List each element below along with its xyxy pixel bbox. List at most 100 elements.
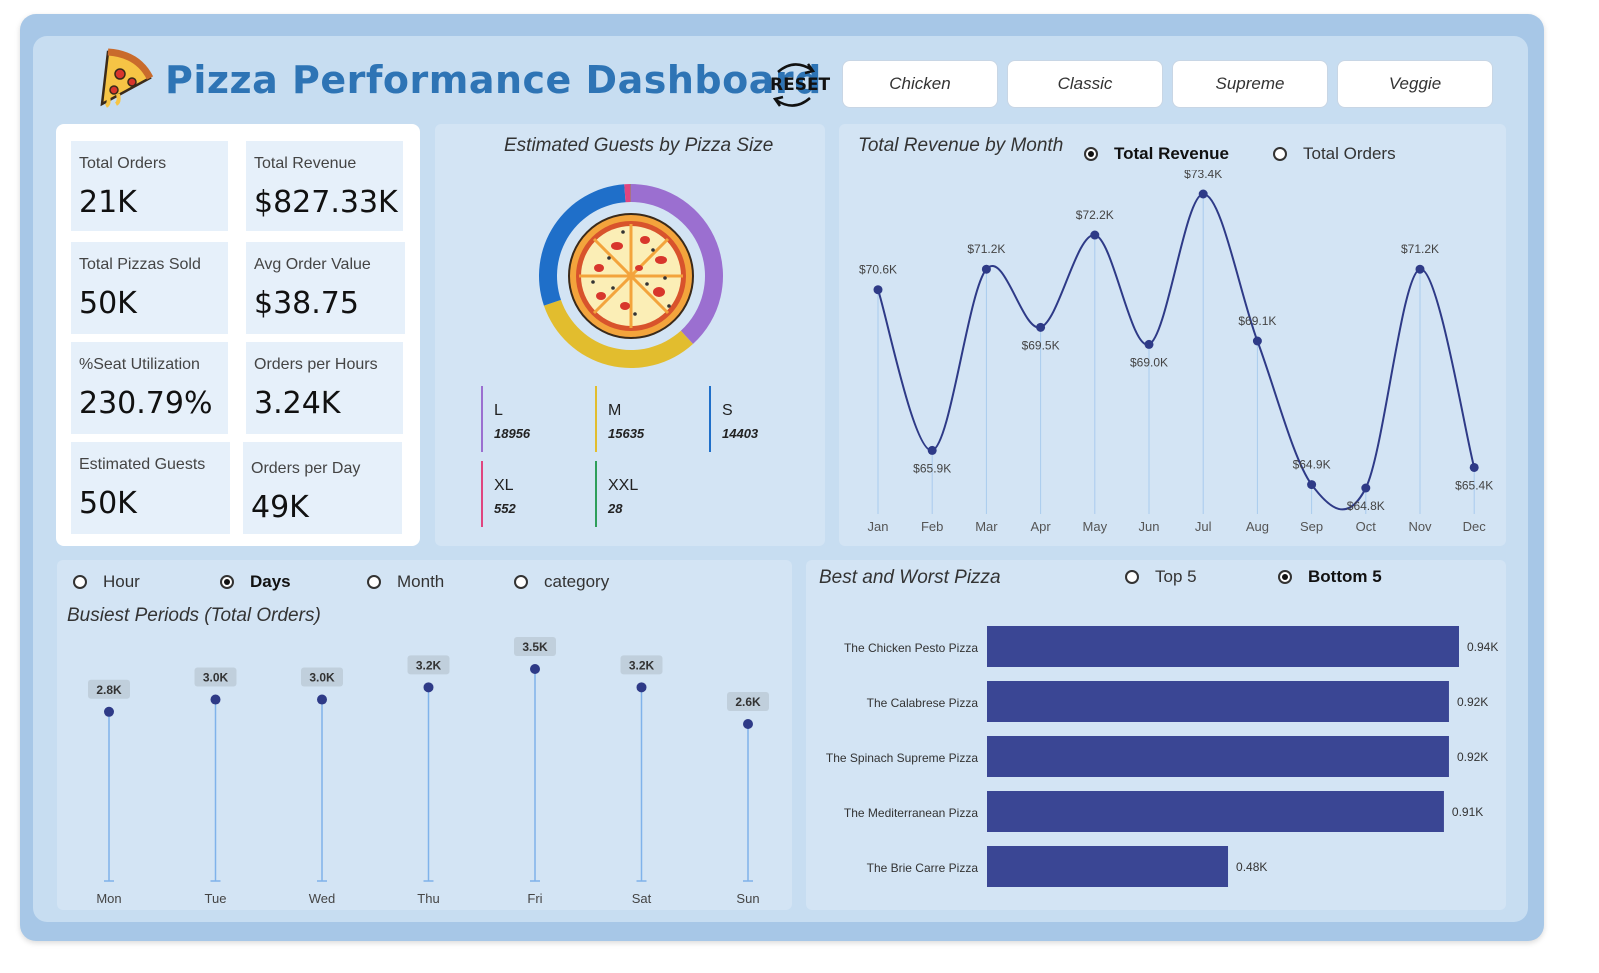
radio-days[interactable]: Days (220, 572, 291, 592)
revenue-point (1361, 483, 1371, 493)
bar-value-label: 0.48K (1236, 860, 1267, 874)
legend-value: 14403 (722, 426, 759, 441)
revenue-point (1036, 322, 1046, 332)
pizza-icon (567, 212, 695, 340)
pizza-name-label: The Calabrese Pizza (867, 696, 979, 710)
radio-label: Top 5 (1155, 567, 1197, 586)
filter-classic-button[interactable]: Classic (1007, 60, 1163, 108)
pizza-bar (987, 681, 1449, 722)
revenue-data-label: $69.1K (1238, 314, 1276, 328)
legend-color-bar (481, 386, 483, 452)
radio-selected-icon (1278, 570, 1292, 584)
kpi-label: Orders per Hours (254, 356, 378, 373)
filter-chicken-button[interactable]: Chicken (842, 60, 998, 108)
pizza-bar (987, 736, 1449, 777)
legend-value: 28 (608, 501, 623, 516)
month-tick-label: Jun (1139, 519, 1160, 534)
kpi-value: $38.75 (254, 286, 359, 321)
radio-month[interactable]: Month (367, 572, 444, 592)
busiest-title: Busiest Periods (Total Orders) (67, 605, 321, 626)
filter-veggie-button[interactable]: Veggie (1337, 60, 1493, 108)
bestworst-title: Best and Worst Pizza (819, 567, 1001, 588)
revenue-point (1144, 339, 1154, 349)
pizza-bar (987, 626, 1459, 667)
revenue-data-label: $64.8K (1347, 499, 1385, 513)
legend-value: 18956 (494, 426, 531, 441)
kpi-label: Avg Order Value (254, 256, 371, 273)
radio-label: Total Orders (1303, 144, 1396, 163)
radio-label: Bottom 5 (1308, 567, 1382, 586)
month-tick-label: Aug (1246, 519, 1269, 534)
revenue-data-label: $71.2K (967, 242, 1005, 256)
kpi-value: 230.79% (79, 386, 213, 421)
lollipop-data-label: 3.0K (309, 671, 335, 685)
legend-item-xxl: XXL 28 (595, 461, 695, 527)
page-title: Pizza Performance Dashboard (165, 58, 822, 102)
kpi-label: Total Orders (79, 155, 167, 172)
lollipop-point (317, 694, 327, 705)
radio-bottom-5[interactable]: Bottom 5 (1278, 567, 1382, 587)
legend-value: 15635 (608, 426, 645, 441)
kpi-card: Estimated Guests 50K (71, 442, 230, 534)
donut-title: Estimated Guests by Pizza Size (504, 135, 774, 156)
kpi-label: Total Pizzas Sold (79, 256, 201, 273)
revenue-data-label: $64.9K (1293, 458, 1331, 472)
radio-label: Days (250, 572, 291, 591)
kpi-label: Total Revenue (254, 155, 357, 172)
radio-label: Total Revenue (1114, 144, 1229, 163)
filter-supreme-button[interactable]: Supreme (1172, 60, 1328, 108)
revenue-point (981, 264, 991, 274)
revenue-data-label: $69.5K (1022, 338, 1060, 352)
legend-label: L (494, 402, 503, 419)
month-tick-label: Dec (1463, 519, 1487, 534)
radio-total-orders[interactable]: Total Orders (1273, 144, 1396, 164)
pizza-name-label: The Brie Carre Pizza (867, 861, 979, 875)
pizza-name-label: The Spinach Supreme Pizza (826, 751, 978, 765)
kpi-value: 49K (251, 490, 309, 525)
legend-color-bar (595, 461, 597, 527)
bar-value-label: 0.92K (1457, 750, 1488, 764)
radio-total-revenue[interactable]: Total Revenue (1084, 144, 1229, 164)
radio-top-5[interactable]: Top 5 (1125, 567, 1197, 587)
radio-unselected-icon (1273, 147, 1287, 161)
kpi-value: 3.24K (254, 386, 341, 421)
revenue-point (1090, 230, 1100, 240)
kpi-value: 21K (79, 185, 137, 220)
radio-selected-icon (1084, 147, 1098, 161)
lollipop-point (530, 664, 540, 674)
lollipop-point (743, 719, 753, 729)
day-tick-label: Mon (96, 891, 121, 906)
month-tick-label: Oct (1356, 519, 1377, 534)
revenue-data-label: $73.4K (1184, 170, 1222, 181)
radio-unselected-icon (1125, 570, 1139, 584)
kpi-card: %Seat Utilization 230.79% (71, 342, 228, 434)
lollipop-point (104, 706, 114, 717)
kpi-panel: Total Orders 21K Total Revenue $827.33K … (56, 124, 420, 546)
legend-color-bar (595, 386, 597, 452)
legend-item-s: S 14403 (709, 386, 809, 452)
lollipop-point (210, 694, 221, 705)
month-tick-label: Sep (1300, 519, 1323, 534)
radio-category[interactable]: category (514, 572, 609, 592)
day-tick-label: Thu (417, 891, 439, 906)
radio-unselected-icon (514, 575, 528, 589)
revenue-data-label: $70.6K (859, 263, 897, 277)
lollipop-data-label: 2.6K (735, 695, 761, 709)
legend-color-bar (709, 386, 711, 452)
lollipop-point (423, 682, 434, 693)
revenue-data-label: $72.2K (1076, 208, 1114, 222)
revenue-point (873, 285, 883, 295)
month-tick-label: Jul (1195, 519, 1212, 534)
revenue-point (1415, 264, 1425, 274)
day-tick-label: Sun (736, 891, 759, 906)
legend-item-m: M 15635 (595, 386, 695, 452)
reset-button[interactable]: RESET (770, 75, 830, 95)
kpi-label: %Seat Utilization (79, 356, 200, 373)
radio-hour[interactable]: Hour (73, 572, 140, 592)
legend-color-bar (481, 461, 483, 527)
lollipop-data-label: 2.8K (96, 683, 122, 697)
revenue-title: Total Revenue by Month (858, 135, 1064, 156)
revenue-data-label: $65.4K (1455, 478, 1493, 492)
legend-value: 552 (494, 501, 516, 516)
bar-value-label: 0.91K (1452, 805, 1483, 819)
